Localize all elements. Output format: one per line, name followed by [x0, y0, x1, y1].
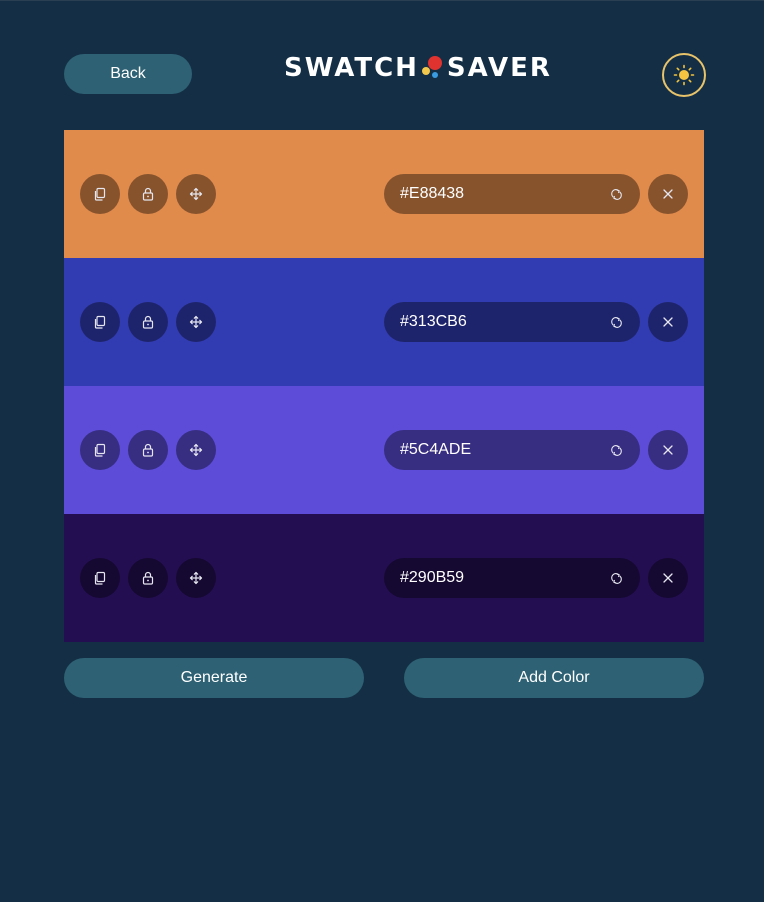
refresh-icon[interactable]: [608, 314, 624, 330]
back-button[interactable]: Back: [64, 54, 192, 94]
palette-actions: Generate Add Color: [64, 658, 704, 698]
theme-toggle-button[interactable]: [662, 53, 706, 97]
copy-icon: [93, 571, 107, 585]
remove-color-button[interactable]: [648, 430, 688, 470]
hex-input[interactable]: [400, 430, 608, 470]
color-swatch: [64, 130, 704, 258]
move-icon: [189, 315, 203, 329]
logo-text-left: SWATCH: [284, 53, 419, 83]
move-icon: [189, 571, 203, 585]
remove-color-button[interactable]: [648, 558, 688, 598]
sun-icon: [673, 64, 695, 86]
palette: [64, 130, 704, 642]
lock-icon: [141, 187, 155, 201]
header: Back SWATCH SAVER: [0, 1, 764, 131]
hex-field: [384, 174, 640, 214]
close-icon: [662, 316, 674, 328]
copy-button[interactable]: [80, 302, 120, 342]
hex-field: [384, 302, 640, 342]
color-swatch: [64, 386, 704, 514]
generate-button[interactable]: Generate: [64, 658, 364, 698]
copy-icon: [93, 315, 107, 329]
lock-button[interactable]: [128, 302, 168, 342]
close-icon: [662, 572, 674, 584]
add-color-button[interactable]: Add Color: [404, 658, 704, 698]
copy-button[interactable]: [80, 174, 120, 214]
lock-icon: [141, 571, 155, 585]
copy-button[interactable]: [80, 558, 120, 598]
move-icon: [189, 187, 203, 201]
lock-button[interactable]: [128, 174, 168, 214]
refresh-icon[interactable]: [608, 570, 624, 586]
move-button[interactable]: [176, 174, 216, 214]
close-icon: [662, 188, 674, 200]
remove-color-button[interactable]: [648, 174, 688, 214]
lock-icon: [141, 315, 155, 329]
logo: SWATCH SAVER: [284, 52, 552, 84]
move-icon: [189, 443, 203, 457]
hex-field: [384, 430, 640, 470]
logo-text-right: SAVER: [446, 53, 552, 83]
logo-dots-icon: [420, 54, 446, 82]
move-button[interactable]: [176, 302, 216, 342]
hex-input[interactable]: [400, 302, 608, 342]
hex-input[interactable]: [400, 558, 608, 598]
color-swatch: [64, 258, 704, 386]
refresh-icon[interactable]: [608, 442, 624, 458]
move-button[interactable]: [176, 430, 216, 470]
lock-icon: [141, 443, 155, 457]
close-icon: [662, 444, 674, 456]
copy-icon: [93, 443, 107, 457]
copy-button[interactable]: [80, 430, 120, 470]
lock-button[interactable]: [128, 430, 168, 470]
color-swatch: [64, 514, 704, 642]
refresh-icon[interactable]: [608, 186, 624, 202]
remove-color-button[interactable]: [648, 302, 688, 342]
hex-field: [384, 558, 640, 598]
copy-icon: [93, 187, 107, 201]
lock-button[interactable]: [128, 558, 168, 598]
move-button[interactable]: [176, 558, 216, 598]
hex-input[interactable]: [400, 174, 608, 214]
